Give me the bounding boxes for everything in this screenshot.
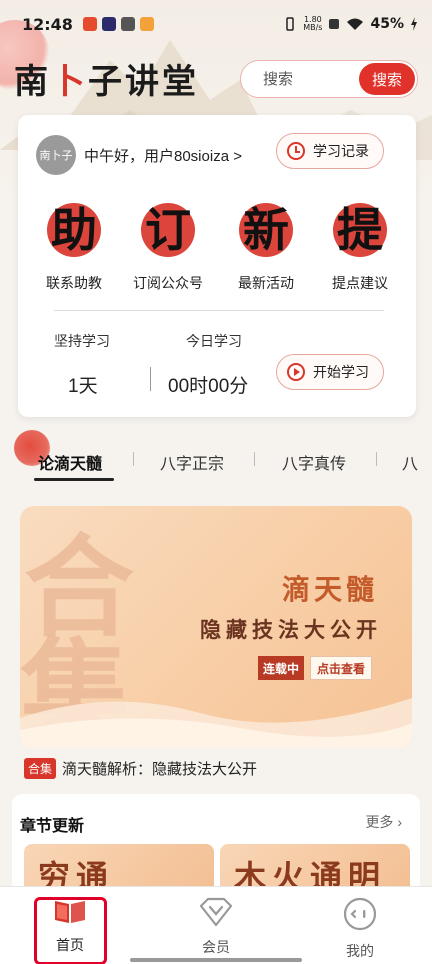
divider [54,310,384,311]
app-notification-icon [101,17,116,31]
app-notification-icon [120,17,135,31]
vibrate-icon [286,17,294,31]
today-value: 00时00分 [168,376,249,397]
status-bar: 12:48 1.80 MB/s 45% [0,0,432,48]
status-time: 12:48 [22,14,73,34]
user-card: 南卜子 中午好，用户80sioiza > 学习记录 助 联系助教 订 订阅公众号… [18,115,416,417]
tab-bazi-zhengzong[interactable]: 八字正宗 [160,450,224,474]
home-highlight-box [34,897,107,964]
gesture-bar[interactable] [130,958,302,962]
tab-bazi-zhenchuan[interactable]: 八字真传 [282,450,346,474]
nav-mine[interactable]: 我的 [320,897,400,961]
banner-subtitle: 隐藏技法大公开 [200,617,382,642]
search-bar[interactable]: 搜索 [240,60,418,98]
quick-action-latest-events[interactable]: 新 最新活动 [218,197,314,293]
quick-action-subscribe[interactable]: 订 订阅公众号 [120,197,216,293]
greeting-text[interactable]: 中午好，用户80sioiza > [84,145,242,166]
diamond-icon [199,897,233,927]
caption-text: 滴天髓解析：隐藏技法大公开 [62,761,258,778]
start-learning-button[interactable]: 开始学习 [276,354,384,390]
tab-di-tian-sui[interactable]: 论滴天髓 [38,450,102,474]
clock-icon [287,142,305,160]
banner-caption[interactable]: 合集 滴天髓解析：隐藏技法大公开 [24,758,257,779]
collection-badge: 合集 [24,758,57,779]
app-notification-icon [82,17,97,31]
battery-level: 45% [370,16,404,32]
brush-icon: 新 [233,197,299,263]
wifi-icon [347,18,364,30]
quick-action-contact-tutor[interactable]: 助 联系助教 [26,197,122,293]
more-link[interactable]: 更多 › [365,812,402,832]
nav-member[interactable]: 会员 [176,897,256,957]
banner-title: 滴天髓 [281,573,378,606]
network-speed: 1.80 MB/s [303,15,323,32]
brush-icon: 助 [41,197,107,263]
tab-separator [376,452,377,466]
tab-more-partial[interactable]: 八 [402,450,418,474]
featured-banner[interactable]: 合 集 滴天髓 隐藏技法大公开 连载中 点击查看 [20,506,412,748]
tab-separator [254,452,255,466]
study-history-button[interactable]: 学习记录 [276,133,384,169]
notification-icons [82,17,154,31]
quick-action-suggestions[interactable]: 提 提点建议 [312,197,408,293]
sim-icon [329,19,340,29]
search-button[interactable]: 搜索 [359,63,415,95]
avatar[interactable]: 南卜子 [36,135,76,175]
today-label: 今日学习 [186,333,242,349]
brush-icon: 订 [135,197,201,263]
persist-label: 坚持学习 [54,333,110,349]
active-tab-underline [34,478,114,481]
chapter-updates-section: 章节更新 更多 › 穷通 木火通明 [12,794,420,894]
persist-value: 1天 [68,376,98,397]
search-input[interactable] [263,70,367,88]
app-logo: 南卜子讲堂 [14,62,199,102]
banner-wave-decoration [20,698,412,748]
section-title: 章节更新 [20,818,85,835]
play-icon [287,363,305,381]
charging-icon [411,17,417,31]
brush-icon: 提 [327,197,393,263]
tab-separator [133,452,134,466]
app-notification-icon [139,17,154,31]
profile-face-icon [343,897,377,931]
stat-separator [150,367,151,391]
